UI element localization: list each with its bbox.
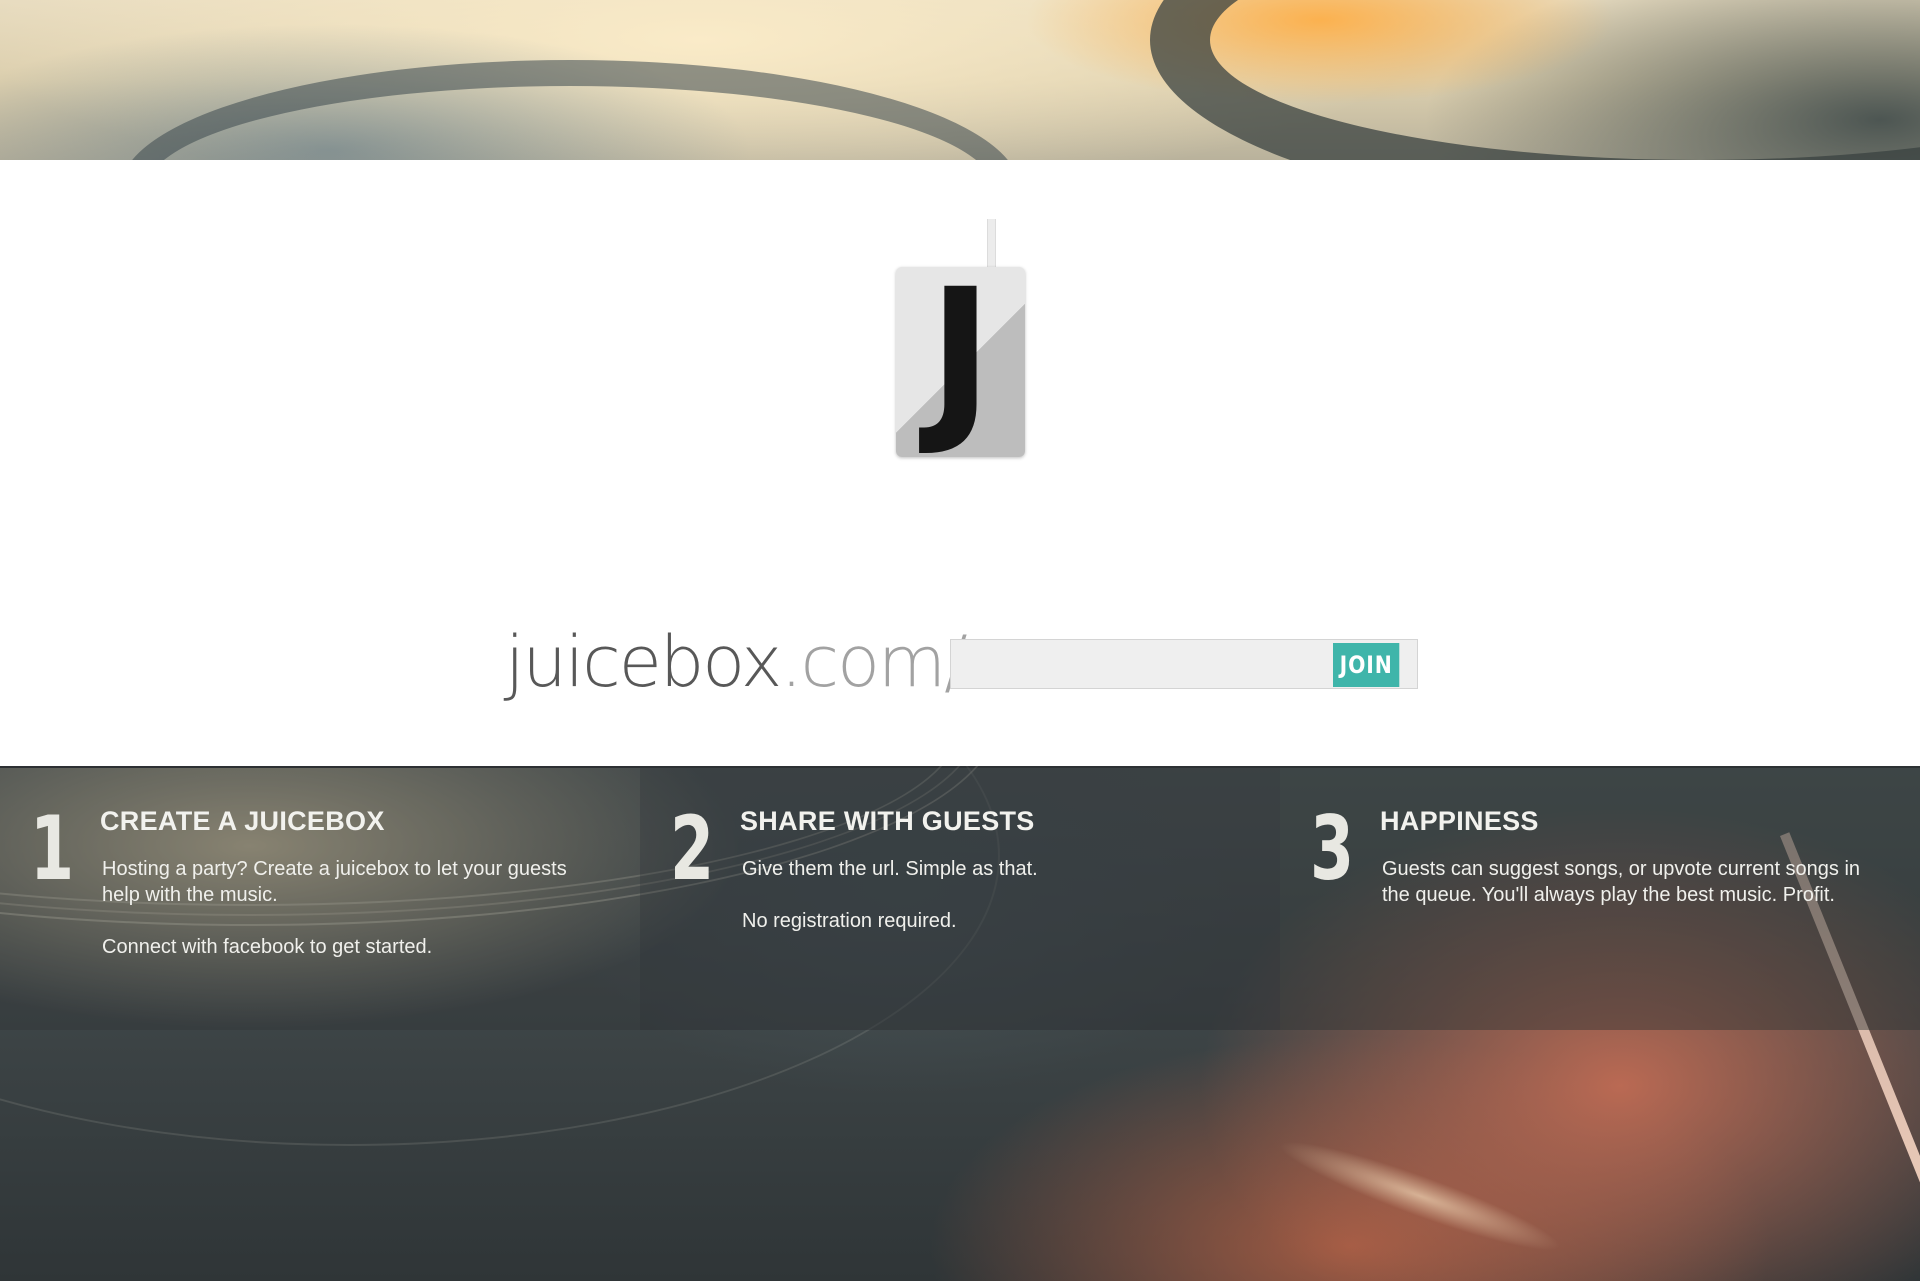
step-title: HAPPINESS: [1380, 806, 1539, 836]
step-title: CREATE A JUICEBOX: [100, 806, 385, 836]
step-text: Connect with facebook to get started.: [102, 936, 433, 958]
step-text: No registration required.: [742, 910, 957, 932]
juicebox-name-input[interactable]: [950, 639, 1360, 689]
step-description: Hosting a party? Create a juicebox to le…: [102, 856, 582, 960]
juicebox-logo: J: [896, 267, 1025, 457]
join-form: juicebox.com/: [505, 621, 1418, 703]
how-it-works-steps: 1 CREATE A JUICEBOX Hosting a party? Cre…: [0, 766, 1920, 1030]
domain-tld: .com/: [780, 621, 967, 703]
domain-name: juicebox: [505, 621, 782, 703]
step-create: 1 CREATE A JUICEBOX Hosting a party? Cre…: [0, 766, 640, 1030]
step-number: 2: [670, 797, 715, 900]
join-button[interactable]: JOIN: [1333, 643, 1400, 687]
domain-prefix: juicebox.com/: [505, 621, 968, 703]
header-background-image: [0, 0, 1920, 160]
light-glint: [1272, 1125, 1568, 1267]
step-title: SHARE WITH GUESTS: [740, 806, 1035, 836]
step-description: Guests can suggest songs, or upvote curr…: [1382, 856, 1862, 908]
logo-letter: J: [928, 267, 993, 457]
step-text: Give them the url. Simple as that.: [742, 858, 1038, 880]
step-text: Guests can suggest songs, or upvote curr…: [1382, 858, 1861, 906]
step-text: Hosting a party? Create a juicebox to le…: [102, 858, 567, 906]
step-description: Give them the url. Simple as that. No re…: [742, 856, 1222, 934]
step-number: 1: [30, 797, 75, 900]
step-share: 2 SHARE WITH GUESTS Give them the url. S…: [640, 766, 1280, 1030]
step-number: 3: [1310, 797, 1355, 900]
logo-straw: [987, 219, 996, 269]
step-happiness: 3 HAPPINESS Guests can suggest songs, or…: [1280, 766, 1920, 1030]
